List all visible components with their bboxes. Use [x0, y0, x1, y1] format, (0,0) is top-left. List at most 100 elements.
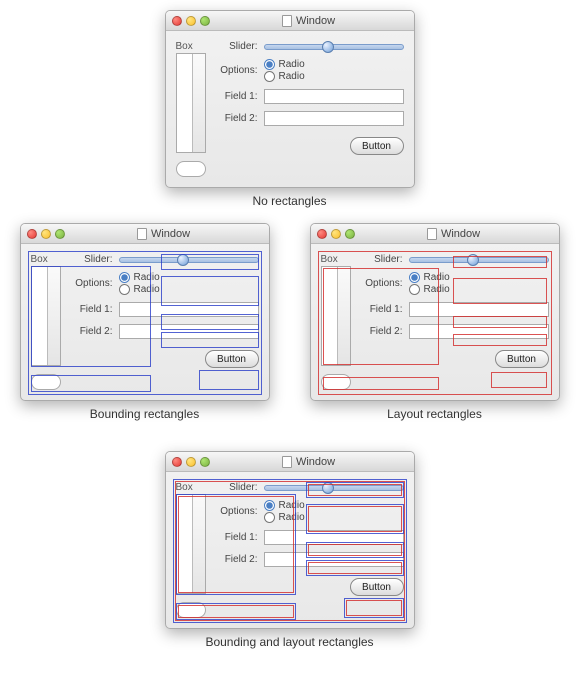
window-content: Box 🔍 Slider: Options: Radio Radio — [166, 472, 414, 628]
options-row: Options: Radio Radio — [216, 500, 404, 523]
radio-group: Radio Radio — [409, 272, 450, 295]
options-row: Options: Radio Radio — [361, 272, 549, 295]
slider-label: Slider: — [361, 254, 403, 265]
radio-1-input[interactable] — [264, 59, 275, 70]
radio-1-input[interactable] — [264, 500, 275, 511]
window-title-text: Window — [296, 456, 335, 468]
field1-input[interactable] — [119, 302, 259, 317]
radio-1[interactable]: Radio — [119, 272, 160, 283]
field1-input[interactable] — [264, 530, 404, 545]
zoom-icon[interactable] — [55, 229, 65, 239]
box-label: Box — [176, 482, 206, 493]
box-view[interactable] — [321, 266, 351, 366]
search-input[interactable] — [176, 602, 206, 618]
main-button-label: Button — [217, 354, 246, 365]
slider-row: Slider: — [216, 41, 404, 52]
close-icon[interactable] — [172, 457, 182, 467]
slider-thumb[interactable] — [322, 482, 334, 494]
caption-layout: Layout rectangles — [387, 407, 482, 421]
close-icon[interactable] — [317, 229, 327, 239]
field2-input[interactable] — [264, 552, 404, 567]
radio-2[interactable]: Radio — [119, 284, 160, 295]
radio-1-input[interactable] — [409, 272, 420, 283]
radio-2[interactable]: Radio — [264, 71, 305, 82]
options-row: Options: Radio Radio — [216, 59, 404, 82]
radio-2-input[interactable] — [119, 284, 130, 295]
slider[interactable] — [264, 44, 404, 50]
slider-label: Slider: — [71, 254, 113, 265]
radio-1[interactable]: Radio — [264, 500, 305, 511]
field1-row: Field 1: — [216, 89, 404, 104]
minimize-icon[interactable] — [186, 16, 196, 26]
field1-row: Field 1: — [216, 530, 404, 545]
main-button[interactable]: Button — [495, 350, 549, 368]
field1-label: Field 1: — [71, 304, 113, 315]
slider-thumb[interactable] — [467, 254, 479, 266]
zoom-icon[interactable] — [200, 457, 210, 467]
radio-1[interactable]: Radio — [409, 272, 450, 283]
window-no-rects: Window Box 🔍 Slider: Op — [165, 10, 415, 188]
main-button[interactable]: Button — [350, 578, 404, 596]
radio-1-input[interactable] — [119, 272, 130, 283]
field2-label: Field 2: — [216, 554, 258, 565]
slider-label: Slider: — [216, 482, 258, 493]
box-view[interactable] — [31, 266, 61, 366]
search-input[interactable] — [176, 161, 206, 177]
slider[interactable] — [264, 485, 404, 491]
window-title-text: Window — [151, 228, 190, 240]
field2-label: Field 2: — [71, 326, 113, 337]
document-icon — [427, 228, 437, 240]
radio-group: Radio Radio — [119, 272, 160, 295]
window-content: Box 🔍 Slider: Options: — [166, 31, 414, 187]
minimize-icon[interactable] — [186, 457, 196, 467]
traffic-lights — [27, 229, 65, 239]
minimize-icon[interactable] — [331, 229, 341, 239]
radio-2[interactable]: Radio — [264, 512, 305, 523]
close-icon[interactable] — [27, 229, 37, 239]
options-label: Options: — [71, 278, 113, 289]
field2-input[interactable] — [119, 324, 259, 339]
zoom-icon[interactable] — [345, 229, 355, 239]
minimize-icon[interactable] — [41, 229, 51, 239]
close-icon[interactable] — [172, 16, 182, 26]
options-label: Options: — [216, 65, 258, 76]
slider[interactable] — [409, 257, 549, 263]
radio-2-input[interactable] — [264, 71, 275, 82]
traffic-lights — [172, 457, 210, 467]
box-label: Box — [31, 254, 61, 265]
field1-input[interactable] — [409, 302, 549, 317]
field2-row: Field 2: — [71, 324, 259, 339]
document-icon — [282, 15, 292, 27]
main-button[interactable]: Button — [205, 350, 259, 368]
field1-label: Field 1: — [216, 532, 258, 543]
field2-input[interactable] — [409, 324, 549, 339]
slider-thumb[interactable] — [177, 254, 189, 266]
caption-bounding: Bounding rectangles — [90, 407, 199, 421]
box-label: Box — [176, 41, 206, 52]
radio-2-input[interactable] — [409, 284, 420, 295]
box-view[interactable] — [176, 494, 206, 594]
search-input[interactable] — [31, 374, 61, 390]
window-title: Window — [210, 456, 408, 468]
radio-2-input[interactable] — [264, 512, 275, 523]
document-icon — [137, 228, 147, 240]
window-bounding: Window Box 🔍 Slider: — [20, 223, 270, 401]
zoom-icon[interactable] — [200, 16, 210, 26]
slider-thumb[interactable] — [322, 41, 334, 53]
titlebar: Window — [21, 224, 269, 244]
box-view[interactable] — [176, 53, 206, 153]
window-content: Box 🔍 Slider: Options: Rad — [311, 244, 559, 400]
radio-2[interactable]: Radio — [409, 284, 450, 295]
titlebar: Window — [166, 11, 414, 31]
radio-2-label: Radio — [134, 284, 160, 295]
search-input[interactable] — [321, 374, 351, 390]
main-button[interactable]: Button — [350, 137, 404, 155]
window-layout: Window Box 🔍 Slider: — [310, 223, 560, 401]
window-title-text: Window — [441, 228, 480, 240]
radio-1[interactable]: Radio — [264, 59, 305, 70]
field1-input[interactable] — [264, 89, 404, 104]
window-title: Window — [210, 15, 408, 27]
field2-input[interactable] — [264, 111, 404, 126]
slider[interactable] — [119, 257, 259, 263]
radio-group: Radio Radio — [264, 59, 305, 82]
